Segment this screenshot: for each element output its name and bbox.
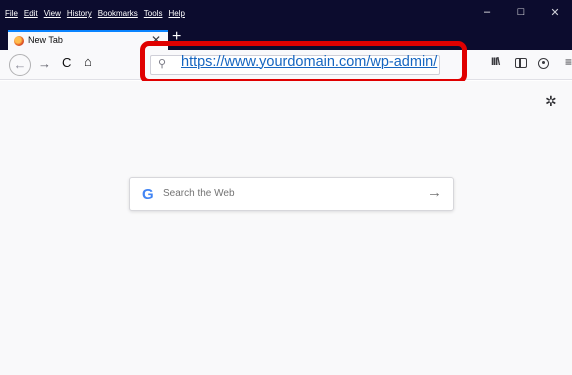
minimize-button[interactable]: – [470,6,504,19]
firefox-icon [14,36,24,46]
google-icon: G [142,186,154,203]
maximize-button[interactable]: □ [504,6,538,19]
gear-icon[interactable]: ✲ [545,93,557,110]
menu-tools[interactable]: Tools [144,9,163,23]
sidebar-icon[interactable] [515,58,527,68]
menu-help[interactable]: Help [168,9,184,23]
url-text[interactable]: https://www.yourdomain.com/wp-admin/ [181,54,437,70]
menu-view[interactable]: View [44,9,61,23]
menu-history[interactable]: History [67,9,92,23]
forward-button[interactable]: → [38,56,51,71]
url-highlight-annotation: https://www.yourdomain.com/wp-admin/ [140,41,467,84]
back-button[interactable]: ← [9,54,31,76]
menu-button[interactable]: ≡ [565,55,572,69]
window-controls: – □ ✕ [470,6,572,19]
account-icon[interactable] [538,58,549,69]
search-placeholder: Search the Web [163,188,235,199]
menu-edit[interactable]: Edit [24,9,38,23]
reload-button[interactable]: C [62,55,71,70]
menu-bookmarks[interactable]: Bookmarks [98,9,138,23]
home-button[interactable]: ⌂ [84,54,92,69]
close-window-button[interactable]: ✕ [538,6,572,19]
new-tab-page: ✲ G Search the Web → [0,81,572,375]
menu-bar: File Edit View History Bookmarks Tools H… [5,9,185,23]
library-button[interactable]: III\ [491,56,500,68]
web-search-box[interactable]: G Search the Web → [129,177,454,211]
arrow-right-icon[interactable]: → [427,184,442,201]
tab-title: New Tab [28,35,63,45]
menu-file[interactable]: File [5,9,18,23]
